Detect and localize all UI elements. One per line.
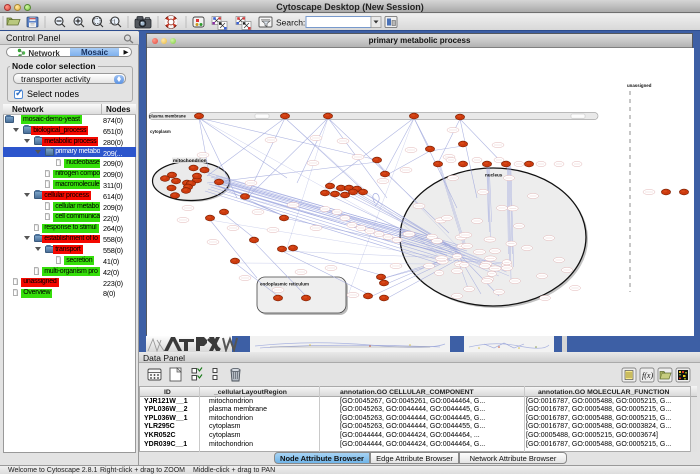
svg-text:f(x): f(x) — [642, 371, 653, 380]
svg-text:mitochondrion: mitochondrion — [173, 158, 207, 164]
svg-text:Search:: Search: — [276, 18, 305, 28]
svg-text:plasma membrane: plasma membrane — [149, 113, 186, 118]
svg-text:1:1: 1:1 — [109, 20, 116, 26]
svg-text:nucleus: nucleus — [485, 173, 503, 178]
svg-text:cytoplasm: cytoplasm — [150, 129, 171, 134]
svg-text:endoplasmic reticulum: endoplasmic reticulum — [260, 282, 309, 287]
svg-text:unassigned: unassigned — [627, 83, 652, 88]
